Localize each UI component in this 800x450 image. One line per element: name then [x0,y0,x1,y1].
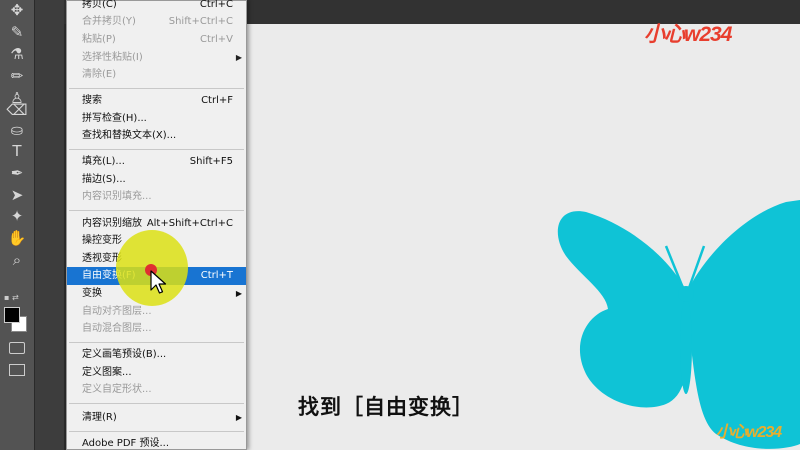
menu-item-search[interactable]: 搜索 Ctrl+F [67,92,246,110]
hand-icon[interactable]: ✋ [6,228,28,248]
eraser-icon[interactable]: ⌫ [6,100,28,120]
menu-separator [69,88,244,89]
menu-item-paste[interactable]: 粘贴(P) Ctrl+V [67,31,246,49]
menu-item-adobe-pdf-presets[interactable]: Adobe PDF 预设... [67,435,246,450]
menu-item-content-aware-fill[interactable]: 内容识别填充... [67,188,246,206]
eyedropper-icon[interactable]: ⚗ [6,44,28,64]
quick-mask-icon[interactable] [9,342,25,354]
menu-item-copy[interactable]: 拷贝(C) Ctrl+C [67,0,246,14]
menu-separator [69,210,244,211]
submenu-arrow-icon: ▶ [235,53,242,62]
bucket-icon[interactable]: ⛀ [6,120,28,140]
menu-item-stroke[interactable]: 描边(S)... [67,171,246,189]
menu-item-find-replace[interactable]: 查找和替换文本(X)... [67,127,246,145]
menu-item-purge[interactable]: 清理(R) ▶ [67,409,246,427]
shape-icon[interactable]: ✦ [6,206,28,226]
panel-divider [34,0,64,450]
submenu-arrow-icon: ▶ [235,413,242,422]
menu-item-fill[interactable]: 填充(L)... Shift+F5 [67,153,246,171]
document-canvas[interactable]: 小心w234 小心w234 [246,23,800,450]
butterfly-shape [557,200,800,449]
submenu-arrow-icon: ▶ [235,289,242,298]
menu-item-define-pattern[interactable]: 定义图案... [67,364,246,382]
watermark-logo-top: 小心w234 [644,23,732,46]
pen-icon[interactable]: ✒ [6,163,28,183]
screen-mode-icon[interactable] [9,364,25,376]
watermark-logo-bottom: 小心w234 [716,424,782,441]
path-select-icon[interactable]: ➤ [6,185,28,205]
menu-separator [69,431,244,432]
foreground-color[interactable] [4,307,20,323]
move-icon[interactable]: ✥ [6,0,28,20]
brush-icon[interactable]: ✎ [6,22,28,42]
menu-item-paste-special[interactable]: 选择性粘贴(I) ▶ [67,49,246,67]
menu-item-define-brush[interactable]: 定义画笔预设(B)... [67,346,246,364]
menu-item-define-custom-shape[interactable]: 定义自定形状... [67,381,246,399]
menu-separator [69,403,244,404]
swap-colors-icon[interactable]: ▪ ⇄ [4,294,30,302]
butterfly-fill [557,200,800,449]
zoom-icon[interactable]: ⌕ [6,250,28,270]
menu-item-auto-blend-layers[interactable]: 自动混合图层... [67,320,246,338]
pencil-icon[interactable]: ✏ [6,66,28,86]
type-icon[interactable]: T [6,141,28,161]
menu-separator [69,342,244,343]
subtitle-caption: 找到［自由变换］ [298,395,474,419]
menu-item-clear[interactable]: 清除(E) [67,66,246,84]
menu-separator [69,149,244,150]
menu-item-spell-check[interactable]: 拼写检查(H)... [67,110,246,128]
edit-menu: 拷贝(C) Ctrl+C 合并拷贝(Y) Shift+Ctrl+C 粘贴(P) Ctr… [66,0,247,450]
mouse-cursor-icon [150,270,167,294]
tools-panel: ✥ ✎ ⚗ ✏ ♙ ⌫ ⛀ T ✒ ➤ ✦ ✋ ⌕ ▪ ⇄ [0,0,34,450]
menu-item-copy-merged[interactable]: 合并拷贝(Y) Shift+Ctrl+C [67,13,246,31]
